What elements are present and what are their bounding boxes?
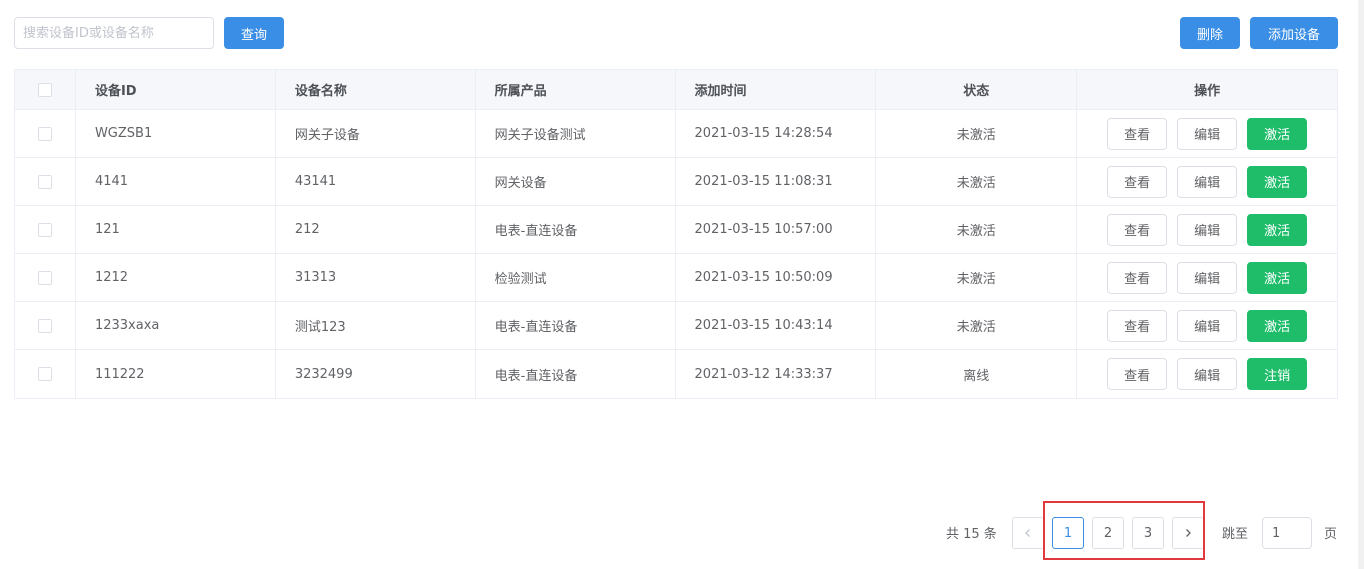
edit-button[interactable]: 编辑 [1177, 213, 1238, 246]
row-checkbox-cell [15, 302, 76, 349]
device-id-cell: 111222 [76, 350, 276, 398]
page-unit-label: 页 [1324, 527, 1338, 542]
view-button[interactable]: 查看 [1107, 261, 1168, 294]
product-cell: 检验测试 [476, 254, 676, 301]
row-checkbox[interactable] [37, 367, 52, 381]
header-product: 所属产品 [476, 70, 676, 109]
pagination-highlight-box [1043, 501, 1205, 560]
edit-button[interactable]: 编辑 [1177, 165, 1238, 198]
view-button[interactable]: 查看 [1107, 165, 1168, 198]
table-header-row: 设备ID 设备名称 所属产品 添加时间 状态 操作 [15, 70, 1337, 110]
product-cell: 电表-直连设备 [476, 206, 676, 253]
device-name-cell: 3232499 [276, 350, 476, 398]
row-checkbox-cell [15, 110, 76, 157]
added-time-cell: 2021-03-15 10:43:14 [676, 302, 877, 349]
operations-cell: 查看 编辑 注销 [1077, 350, 1337, 398]
edit-button[interactable]: 编辑 [1177, 261, 1238, 294]
product-cell: 网关设备 [476, 158, 676, 205]
device-name-cell: 测试123 [276, 302, 476, 349]
header-operations: 操作 [1194, 84, 1221, 99]
header-status: 状态 [876, 70, 1078, 109]
edit-button[interactable]: 编辑 [1177, 117, 1238, 150]
device-list-page: 查询 删除 添加设备 设备ID 设备名称 所属产品 添加时间 状态 操作 WGZ… [0, 0, 1364, 569]
view-button[interactable]: 查看 [1107, 213, 1168, 246]
operations-cell: 查看 编辑 激活 [1077, 302, 1337, 349]
jump-label: 跳至 [1222, 527, 1249, 542]
total-count: 共 15 条 [946, 527, 997, 542]
activate-button[interactable]: 激活 [1247, 117, 1308, 150]
activate-button[interactable]: 激活 [1247, 165, 1308, 198]
add-device-button[interactable]: 添加设备 [1250, 17, 1338, 49]
view-button[interactable]: 查看 [1107, 358, 1168, 390]
product-cell: 电表-直连设备 [476, 302, 676, 349]
edit-button[interactable]: 编辑 [1177, 309, 1238, 342]
device-id-cell: 1212 [76, 254, 276, 301]
edit-button[interactable]: 编辑 [1177, 358, 1238, 390]
row-checkbox-cell [15, 206, 76, 253]
search-input[interactable] [14, 17, 214, 49]
status-cell: 未激活 [876, 302, 1078, 349]
status-cell: 未激活 [876, 158, 1078, 205]
added-time-cell: 2021-03-15 10:50:09 [676, 254, 877, 301]
view-button[interactable]: 查看 [1107, 309, 1168, 342]
row-checkbox[interactable] [37, 126, 52, 141]
row-checkbox[interactable] [37, 222, 52, 237]
device-name-cell: 43141 [276, 158, 476, 205]
operations-cell: 查看 编辑 激活 [1077, 158, 1337, 205]
row-checkbox[interactable] [37, 270, 52, 285]
deregister-button[interactable]: 注销 [1247, 358, 1308, 390]
table-row: 4141 43141 网关设备 2021-03-15 11:08:31 未激活 查看 编辑激… [15, 158, 1337, 206]
select-all-checkbox[interactable] [37, 82, 52, 97]
header-checkbox-cell [15, 70, 76, 109]
view-button[interactable]: 查看 [1107, 117, 1168, 150]
activate-button[interactable]: 激活 [1247, 213, 1308, 246]
header-added-time: 添加时间 [676, 70, 877, 109]
row-checkbox-cell [15, 254, 76, 301]
delete-button[interactable]: 删除 [1180, 17, 1240, 49]
activate-button[interactable]: 激活 [1247, 309, 1308, 342]
status-cell: 未激活 [876, 110, 1078, 157]
device-id-cell: 4141 [76, 158, 276, 205]
device-id-cell: 1233xaxa [76, 302, 276, 349]
table-body: WGZSB1 网关子设备 网关子设备测试 2021-03-15 14:28:54 未激活… [15, 110, 1337, 398]
status-cell: 未激活 [876, 206, 1078, 253]
device-name-cell: 212 [276, 206, 476, 253]
header-device-name: 设备名称 [276, 70, 476, 109]
product-cell: 网关子设备测试 [476, 110, 676, 157]
product-cell: 电表-直连设备 [476, 350, 676, 398]
operations-cell: 查看 编辑 激活 [1077, 110, 1337, 157]
prev-page-button[interactable] [1012, 517, 1044, 549]
added-time-cell: 2021-03-12 14:33:37 [676, 350, 877, 398]
table-row: WGZSB1 网关子设备 网关子设备测试 2021-03-15 14:28:54 未激活… [15, 110, 1337, 158]
added-time-cell: 2021-03-15 11:08:31 [676, 158, 877, 205]
row-checkbox[interactable] [37, 318, 52, 333]
activate-button[interactable]: 激活 [1247, 261, 1308, 294]
added-time-cell: 2021-03-15 10:57:00 [676, 206, 877, 253]
table-row: 111222 3232499 电表-直连设备 2021-03-12 14:33:37 离… [15, 350, 1337, 398]
jump-page-input[interactable] [1262, 517, 1312, 549]
table-row: 1212 31313 检验测试 2021-03-15 10:50:09 未激活 查看 编辑激… [15, 254, 1337, 302]
device-table: 设备ID 设备名称 所属产品 添加时间 状态 操作 WGZSB1 网关子设备 网关子… [14, 69, 1338, 399]
row-checkbox[interactable] [37, 174, 52, 189]
row-checkbox-cell [15, 158, 76, 205]
added-time-cell: 2021-03-15 14:28:54 [676, 110, 877, 157]
operations-cell: 查看 编辑 激活 [1077, 254, 1337, 301]
status-cell: 未激活 [876, 254, 1078, 301]
header-device-id: 设备ID [76, 70, 276, 109]
device-id-cell: 121 [76, 206, 276, 253]
table-row: 1233xaxa 测试123 电表-直连设备 2021-03-15 10:43:14 未… [15, 302, 1337, 350]
query-button[interactable]: 查询 [224, 17, 284, 49]
status-cell: 离线 [876, 350, 1078, 398]
scrollbar-track[interactable] [1358, 0, 1364, 569]
device-name-cell: 31313 [276, 254, 476, 301]
device-name-cell: 网关子设备 [276, 110, 476, 157]
table-row: 121 212 电表-直连设备 2021-03-15 10:57:00 未激活 查看 编辑激… [15, 206, 1337, 254]
device-id-cell: WGZSB1 [76, 110, 276, 157]
chevron-left-icon [1025, 529, 1030, 537]
operations-cell: 查看 编辑 激活 [1077, 206, 1337, 253]
row-checkbox-cell [15, 350, 76, 398]
